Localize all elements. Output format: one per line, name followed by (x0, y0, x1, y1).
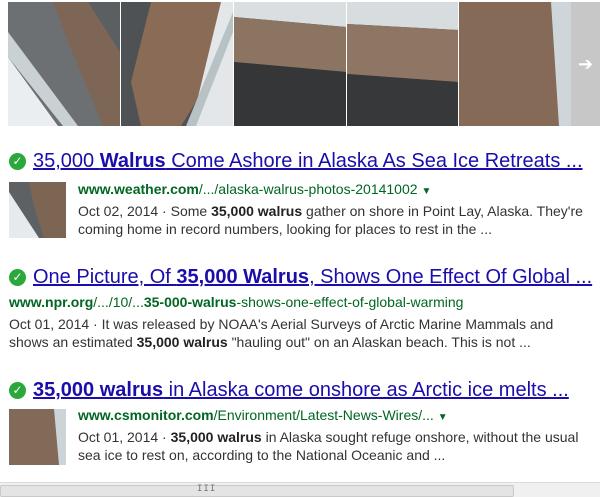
result-snippet: Oct 01, 2014 · It was released by NOAA's… (9, 315, 553, 351)
title-text: Come Ashore in Alaska As Sea Ice Retreat… (165, 150, 583, 172)
title-text: in Alaska come onshore as Arctic ice mel… (163, 379, 569, 401)
walrus-photo-5 (459, 2, 571, 126)
check-circle-icon: ✓ (9, 382, 26, 399)
image-thumb-1[interactable] (8, 2, 120, 126)
title-bold: 35,000 Walrus (176, 266, 310, 288)
result-title-link[interactable]: 35,000 Walrus Come Ashore in Alaska As S… (33, 150, 583, 173)
walrus-photo-4 (347, 2, 458, 126)
scroll-grip-icon: III (197, 484, 217, 494)
result-date: Oct 02, 2014 (78, 203, 159, 219)
snippet-text: gather on shore in Point Lay, Alaska. Th… (302, 203, 583, 219)
result-url[interactable]: www.csmonitor.com/Environment/Latest-New… (78, 407, 448, 423)
snippet-line-2: coming home in record numbers, looking f… (78, 221, 492, 237)
walrus-thumb-image (9, 409, 66, 465)
image-thumb-2[interactable] (121, 2, 233, 126)
next-images-button[interactable]: ➔ (571, 2, 600, 126)
snippet-text: in Alaska sought refuge onshore, without… (261, 429, 579, 445)
snippet-bold: 35,000 walrus (211, 203, 303, 219)
url-path: /Environment/Latest-News-Wires/... (213, 407, 434, 423)
snippet-text: shows an estimated (9, 334, 137, 350)
result-snippet: Oct 01, 2014 · 35,000 walrus in Alaska s… (78, 428, 578, 464)
title-text: One Picture, Of (33, 266, 177, 288)
arrow-right-icon: ➔ (577, 53, 594, 74)
walrus-photo-3 (234, 2, 346, 126)
image-thumb-4[interactable] (347, 2, 458, 126)
url-domain: www.npr.org (9, 294, 94, 310)
snippet-text: · Some (158, 203, 212, 219)
snippet-bold: 35,000 walrus (136, 334, 228, 350)
title-text: 35,000 (33, 150, 100, 172)
result-snippet: Oct 02, 2014 · Some 35,000 walrus gather… (78, 202, 583, 238)
check-circle-icon: ✓ (9, 269, 26, 286)
result-date: Oct 01, 2014 (9, 316, 90, 332)
url-path: -shows-one-effect-of-global-warming (236, 294, 464, 310)
snippet-text: · It was released by NOAA's Aerial Surve… (89, 316, 554, 332)
walrus-thumb-image (9, 182, 66, 238)
image-thumb-3[interactable] (234, 2, 346, 126)
horizontal-scrollbar[interactable]: III (0, 482, 600, 497)
result-title-link[interactable]: 35,000 walrus in Alaska come onshore as … (33, 379, 569, 402)
image-thumb-5[interactable] (459, 2, 571, 126)
image-strip: ➔ (0, 0, 600, 128)
snippet-line-2: sea ice to rest on, according to the Nat… (78, 447, 446, 463)
title-bold: 35,000 walrus (33, 379, 164, 401)
caret-down-icon[interactable]: ▼ (438, 412, 448, 423)
result-title-link[interactable]: One Picture, Of 35,000 Walrus, Shows One… (33, 266, 592, 289)
url-path: /.../alaska-walrus-photos-20141002 (198, 181, 418, 197)
url-domain: www.csmonitor.com (78, 407, 214, 423)
result-thumbnail[interactable] (9, 409, 66, 465)
result-thumbnail[interactable] (9, 182, 66, 238)
search-result-2: ✓ One Picture, Of 35,000 Walrus, Shows O… (0, 266, 600, 356)
search-result-3: ✓ 35,000 walrus in Alaska come onshore a… (0, 379, 600, 469)
snippet-text: · (158, 429, 171, 445)
caret-down-icon[interactable]: ▼ (422, 186, 432, 197)
scrollbar-thumb[interactable]: III (0, 484, 514, 497)
url-path: /.../10/... (93, 294, 144, 310)
walrus-photo-1 (8, 2, 120, 126)
result-url[interactable]: www.weather.com/.../alaska-walrus-photos… (78, 181, 431, 197)
url-bold: 35-000-walrus (143, 294, 237, 310)
check-circle-icon: ✓ (9, 153, 26, 170)
search-result-1: ✓ 35,000 Walrus Come Ashore in Alaska As… (0, 150, 600, 240)
snippet-text: "hauling out" on an Alaskan beach. This … (227, 334, 531, 350)
snippet-bold: 35,000 walrus (170, 429, 262, 445)
url-domain: www.weather.com (78, 181, 199, 197)
result-url[interactable]: www.npr.org/.../10/...35-000-walrus-show… (9, 294, 463, 310)
title-text: , Shows One Effect Of Global ... (309, 266, 593, 288)
result-date: Oct 01, 2014 (78, 429, 159, 445)
title-bold: Walrus (99, 150, 166, 172)
walrus-photo-2 (121, 2, 233, 126)
